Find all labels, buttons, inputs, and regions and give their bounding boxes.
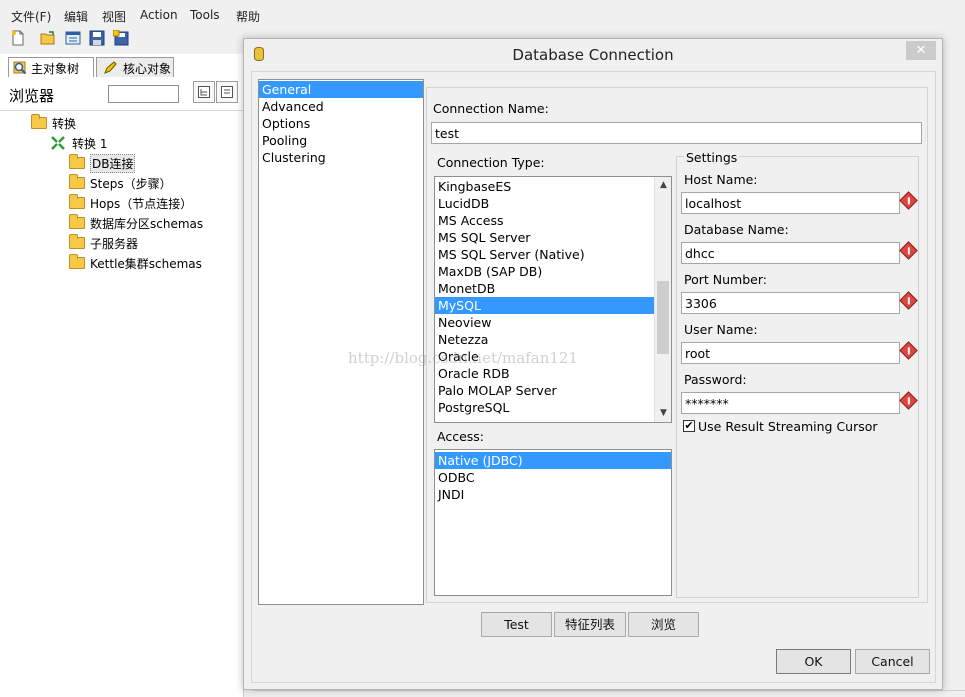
streaming-cursor-label: Use Result Streaming Cursor <box>698 419 878 434</box>
list-item[interactable]: Oracle <box>435 348 655 365</box>
expand-all-button[interactable] <box>193 81 215 103</box>
connection-name-input[interactable]: test <box>431 122 922 144</box>
category-general[interactable]: General <box>259 81 423 98</box>
user-name-label: User Name: <box>684 322 758 337</box>
list-item[interactable]: MaxDB (SAP DB) <box>435 263 655 280</box>
password-label: Password: <box>684 372 747 387</box>
connection-name-label: Connection Name: <box>433 101 549 116</box>
category-advanced[interactable]: Advanced <box>259 98 423 115</box>
scrollbar-thumb[interactable] <box>657 281 669 354</box>
tree-collapse-icon <box>221 86 233 98</box>
tree-node-label: 数据库分区schemas <box>90 217 204 231</box>
settings-title: Settings <box>684 150 740 165</box>
menu-edit[interactable]: 编辑 <box>64 8 88 25</box>
list-item[interactable]: MS Access <box>435 212 655 229</box>
streaming-cursor-checkbox[interactable]: ✔ <box>683 420 695 432</box>
ok-button[interactable]: OK <box>776 649 851 674</box>
tree-expand-icon <box>198 86 210 98</box>
list-item[interactable]: Palo MOLAP Server <box>435 382 655 399</box>
database-connection-dialog: Database Connection ✕ General Advanced O… <box>243 38 943 690</box>
list-item[interactable]: MS SQL Server <box>435 229 655 246</box>
category-options[interactable]: Options <box>259 115 423 132</box>
tree-node-label: 转换 <box>52 117 77 131</box>
toolbar <box>0 28 244 52</box>
new-file-icon[interactable] <box>10 30 26 46</box>
browser-label: 浏览器 <box>9 87 55 105</box>
scroll-up-icon[interactable]: ▲ <box>655 177 671 194</box>
list-item-selected[interactable]: MySQL <box>435 297 655 314</box>
divider <box>0 110 244 111</box>
tree-node-label: DB连接 <box>90 154 136 173</box>
list-item[interactable]: PostgreSQL <box>435 399 655 416</box>
tab-label: 核心对象 <box>123 62 172 76</box>
menubar: 文件(F) 编辑 视图 Action Tools 帮助 <box>0 0 965 28</box>
access-jndi[interactable]: JNDI <box>435 486 655 503</box>
dialog-title: Database Connection <box>512 46 674 64</box>
database-name-label: Database Name: <box>684 222 789 237</box>
tree-node-label: 转换 1 <box>72 137 108 151</box>
host-name-input[interactable]: localhost <box>681 192 900 214</box>
connection-type-list[interactable]: KingbaseES LucidDB MS Access MS SQL Serv… <box>434 176 672 423</box>
collapse-all-button[interactable] <box>216 81 238 103</box>
list-item[interactable]: MonetDB <box>435 280 655 297</box>
status-strip <box>253 690 965 697</box>
folder-icon <box>69 194 85 209</box>
folder-icon <box>69 254 85 269</box>
test-button[interactable]: Test <box>481 612 552 637</box>
folder-icon <box>69 154 85 169</box>
dialog-titlebar[interactable]: Database Connection ✕ <box>244 39 942 71</box>
save-icon[interactable] <box>89 30 105 46</box>
menu-tools[interactable]: Tools <box>190 8 220 22</box>
access-label: Access: <box>437 429 485 444</box>
menu-view[interactable]: 视图 <box>102 8 126 25</box>
close-button[interactable]: ✕ <box>906 41 936 60</box>
folder-icon <box>31 114 47 129</box>
magnifier-icon <box>13 61 27 75</box>
user-name-input[interactable]: root <box>681 342 900 364</box>
list-item[interactable]: MS SQL Server (Native) <box>435 246 655 263</box>
menu-help[interactable]: 帮助 <box>236 8 260 25</box>
host-name-label: Host Name: <box>684 172 758 187</box>
category-list: General Advanced Options Pooling Cluster… <box>258 79 424 605</box>
browser-filter-input[interactable] <box>108 85 179 103</box>
category-pooling[interactable]: Pooling <box>259 132 423 149</box>
port-number-input[interactable]: 3306 <box>681 292 900 314</box>
list-item[interactable]: Netezza <box>435 331 655 348</box>
tree-node-label: Kettle集群schemas <box>90 257 202 271</box>
access-list[interactable]: Native (JDBC) ODBC JNDI <box>434 449 672 596</box>
list-item[interactable]: KingbaseES <box>435 178 655 195</box>
list-item[interactable]: Neoview <box>435 314 655 331</box>
left-panel: 主对象树 核心对象 浏览器 转换 转换 1 DB连接 Steps（步骤） Hop… <box>0 54 244 697</box>
save-as-icon[interactable] <box>113 30 129 46</box>
tab-main-object-tree[interactable]: 主对象树 <box>8 57 94 77</box>
pencil-icon <box>104 61 117 74</box>
menu-action[interactable]: Action <box>140 8 178 22</box>
password-input[interactable]: ******* <box>681 392 900 414</box>
tab-label: 主对象树 <box>31 62 80 76</box>
menu-file[interactable]: 文件(F) <box>11 8 51 25</box>
explore-button[interactable]: 浏览 <box>628 612 699 637</box>
scroll-down-icon[interactable]: ▼ <box>655 405 671 422</box>
tree-node-label: Hops（节点连接） <box>90 197 193 211</box>
port-number-label: Port Number: <box>684 272 767 287</box>
tab-core-objects[interactable]: 核心对象 <box>96 57 174 77</box>
database-name-input[interactable]: dhcc <box>681 242 900 264</box>
explore-icon[interactable] <box>65 30 81 46</box>
folder-icon <box>69 174 85 189</box>
connection-type-scrollbar[interactable]: ▲ ▼ <box>654 177 671 422</box>
folder-icon <box>69 214 85 229</box>
feature-list-button[interactable]: 特征列表 <box>554 612 626 637</box>
access-native-jdbc[interactable]: Native (JDBC) <box>435 452 671 469</box>
list-item[interactable]: Oracle RDB <box>435 365 655 382</box>
category-clustering[interactable]: Clustering <box>259 149 423 166</box>
access-odbc[interactable]: ODBC <box>435 469 655 486</box>
folder-icon <box>69 234 85 249</box>
open-folder-icon[interactable] <box>40 30 56 46</box>
cancel-button[interactable]: Cancel <box>855 649 930 674</box>
list-item[interactable]: LucidDB <box>435 195 655 212</box>
tree-node-label: Steps（步骤） <box>90 177 172 191</box>
tree-node-label: 子服务器 <box>90 237 139 251</box>
connection-type-label: Connection Type: <box>437 155 545 170</box>
transformation-icon <box>51 136 65 150</box>
